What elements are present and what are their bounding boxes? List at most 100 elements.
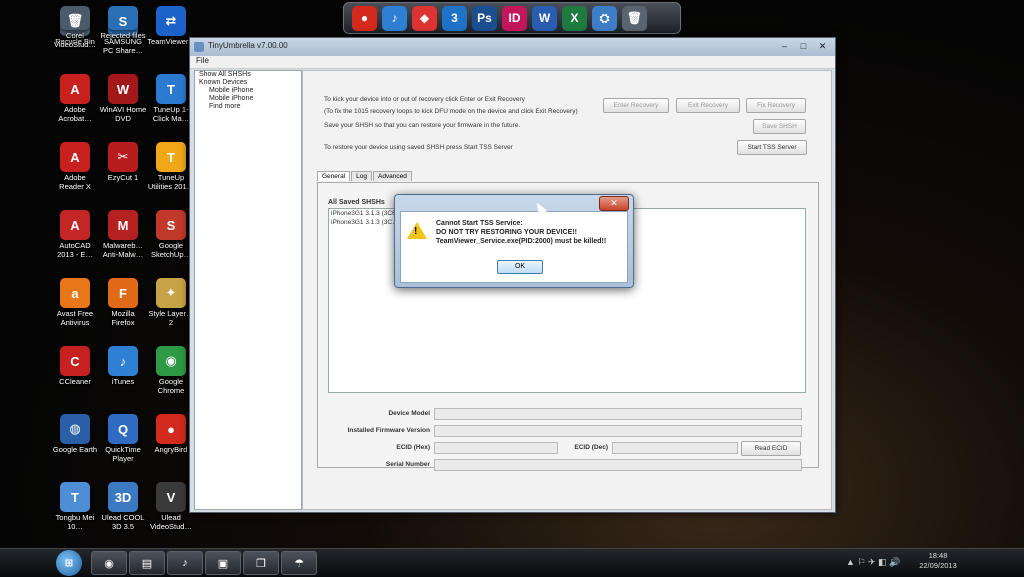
maximize-button[interactable]: □ bbox=[795, 40, 812, 53]
recycle-dock-icon[interactable]: 🗑 bbox=[622, 5, 647, 31]
autocad-icon: A bbox=[60, 210, 90, 240]
tree-item-find-more[interactable]: Find more bbox=[195, 103, 301, 111]
desktop-icon[interactable]: V Ulead VideoStud… bbox=[147, 482, 195, 531]
photoshop-dock-icon[interactable]: Ps bbox=[472, 5, 497, 31]
firefox-icon: F bbox=[108, 278, 138, 308]
desktop-icon[interactable]: ♪ iTunes bbox=[99, 346, 147, 387]
tab-log[interactable]: Log bbox=[351, 171, 372, 181]
itunes-icon: ♪ bbox=[108, 346, 138, 376]
dialog-close-button[interactable]: ✕ bbox=[599, 196, 629, 211]
quicktime-icon: Q bbox=[108, 414, 138, 444]
desktop-icon[interactable]: T TuneUp Utilities 201… bbox=[147, 142, 195, 191]
desktop-icon-label: WinAVI Home DVD bbox=[99, 105, 147, 123]
app-taskbar-icon[interactable]: ▣ bbox=[205, 551, 241, 575]
dialog-line-2: DO NOT TRY RESTORING YOUR DEVICE!! bbox=[436, 229, 577, 236]
desktop-icon[interactable]: T TuneUp 1-Click Ma… bbox=[147, 74, 195, 123]
desktop-icon[interactable]: A Adobe Acrobat… bbox=[51, 74, 99, 123]
window-taskbar-icon[interactable]: ❐ bbox=[243, 551, 279, 575]
word-dock-icon[interactable]: W bbox=[532, 5, 557, 31]
desktop-icon-label: TuneUp 1-Click Ma… bbox=[152, 105, 190, 123]
tree-item-show-all[interactable]: Show All SHSHs bbox=[195, 71, 301, 79]
desktop-icon-label: Rejected files bbox=[100, 31, 146, 40]
explorer-taskbar-icon[interactable]: ▤ bbox=[129, 551, 165, 575]
desktop-icon[interactable]: Corel VideoStud… bbox=[51, 0, 99, 49]
dialog-message: Cannot Start TSS Service: DO NOT TRY RES… bbox=[436, 219, 606, 246]
system-tray[interactable]: ▲ ⚐ ✈ ◧ 🔊 bbox=[846, 557, 900, 568]
dialog-line-1: Cannot Start TSS Service: bbox=[436, 220, 523, 227]
itunes-taskbar-icon[interactable]: ♪ bbox=[167, 551, 203, 575]
desktop-icon-label: Corel VideoStud… bbox=[54, 31, 96, 49]
acrobat-icon: A bbox=[60, 74, 90, 104]
desktop-icon[interactable]: Rejected files bbox=[99, 0, 147, 41]
device-model-field bbox=[434, 408, 802, 420]
desktop-icon[interactable]: ⇄ TeamViewer 5 bbox=[147, 6, 195, 47]
chrome-taskbar-icon[interactable]: ◉ bbox=[91, 551, 127, 575]
ecid-dec-label: ECID (Dec) bbox=[574, 444, 608, 451]
desktop-icon[interactable]: ◉ Google Chrome bbox=[147, 346, 195, 395]
serial-number-label: Serial Number bbox=[385, 461, 430, 468]
desktop-icon[interactable]: T Tongbu Mei 10… bbox=[51, 482, 99, 531]
minimize-button[interactable]: – bbox=[776, 40, 793, 53]
indesign-dock-icon[interactable]: ID bbox=[502, 5, 527, 31]
desktop-icon[interactable]: A Adobe Reader X bbox=[51, 142, 99, 191]
installed-firmware-field bbox=[434, 425, 802, 437]
tuneup-icon: T bbox=[156, 74, 186, 104]
app3-dock-icon[interactable]: 3 bbox=[442, 5, 467, 31]
instruction-fix-loop: (To fix the 1015 recovery loops to kick … bbox=[324, 108, 578, 115]
desktop-icon[interactable]: ◍ Google Earth bbox=[51, 414, 99, 455]
desktop-icon[interactable]: ● AngryBird bbox=[147, 414, 195, 455]
desktop-icon-label: Ulead COOL 3D 3.5 bbox=[101, 513, 145, 531]
clock[interactable]: 18:48 22/09/2013 bbox=[908, 551, 968, 571]
ecid-hex-label: ECID (Hex) bbox=[396, 444, 430, 451]
exit-recovery-button[interactable]: Exit Recovery bbox=[676, 98, 740, 113]
read-ecid-button[interactable]: Read ECID bbox=[741, 441, 801, 456]
instruction-restore: To restore your device using saved SHSH … bbox=[324, 144, 513, 151]
window-title: TinyUmbrella v7.00.00 bbox=[208, 41, 288, 50]
clock-date: 22/09/2013 bbox=[919, 561, 957, 570]
tab-general[interactable]: General bbox=[317, 171, 351, 181]
folder-icon bbox=[108, 0, 138, 30]
desktop-icon[interactable]: M Malwareb… Anti-Malw… bbox=[99, 210, 147, 259]
close-button[interactable]: ✕ bbox=[814, 40, 831, 53]
teamviewer-icon: ⇄ bbox=[156, 6, 186, 36]
malwarebytes-icon: M bbox=[108, 210, 138, 240]
angry-birds-dock-icon[interactable]: ● bbox=[352, 5, 377, 31]
top-dock: ● ♪ ◆ 3 Ps ID W X ⛭ 🗑 bbox=[343, 2, 681, 34]
itunes-dock-icon[interactable]: ♪ bbox=[382, 5, 407, 31]
tuneup-utilities-icon: T bbox=[156, 142, 186, 172]
desktop-icon[interactable]: ✦ Style Layer… 2 bbox=[147, 278, 195, 327]
desktop-icon[interactable]: C CCleaner bbox=[51, 346, 99, 387]
menu-file[interactable]: File bbox=[196, 56, 209, 65]
window-titlebar[interactable]: TinyUmbrella v7.00.00 – □ ✕ bbox=[190, 38, 835, 56]
ccleaner-icon: C bbox=[60, 346, 90, 376]
save-shsh-button[interactable]: Save SHSH bbox=[753, 119, 806, 134]
start-tss-server-button[interactable]: Start TSS Server bbox=[737, 140, 807, 155]
desktop-icon[interactable]: W WinAVI Home DVD bbox=[99, 74, 147, 123]
desktop-icon[interactable]: A AutoCAD 2013 - E… bbox=[51, 210, 99, 259]
desktop-icon[interactable]: F Mozilla Firefox bbox=[99, 278, 147, 327]
network-dock-icon[interactable]: ⛭ bbox=[592, 5, 617, 31]
desktop-icon[interactable]: S Google SketchUp… bbox=[147, 210, 195, 259]
maps-dock-icon[interactable]: ◆ bbox=[412, 5, 437, 31]
fix-recovery-button[interactable]: Fix Recovery bbox=[746, 98, 806, 113]
device-tree[interactable]: Show All SHSHs Known Devices Mobile iPho… bbox=[194, 70, 302, 510]
serial-number-field bbox=[434, 459, 802, 471]
desktop-icon[interactable]: ✂ EzyCut 1 bbox=[99, 142, 147, 183]
desktop-icon-label: TeamViewer 5 bbox=[147, 37, 195, 46]
desktop-icon-label: Google Earth bbox=[52, 445, 98, 454]
desktop-icon[interactable]: a Avast Free Antivirus bbox=[51, 278, 99, 327]
umbrella-taskbar-icon[interactable]: ☂ bbox=[281, 551, 317, 575]
tree-item-known-devices[interactable]: Known Devices bbox=[195, 79, 301, 87]
excel-dock-icon[interactable]: X bbox=[562, 5, 587, 31]
desktop-icon[interactable]: 3D Ulead COOL 3D 3.5 bbox=[99, 482, 147, 531]
dialog-ok-button[interactable]: OK bbox=[497, 260, 543, 274]
start-button[interactable]: ⊞ bbox=[56, 550, 82, 576]
chrome-icon: ◉ bbox=[156, 346, 186, 376]
tree-item-device[interactable]: Mobile iPhone bbox=[195, 87, 301, 95]
desktop-icon-label: Tongbu Mei 10… bbox=[55, 513, 95, 531]
tree-item-device[interactable]: Mobile iPhone bbox=[195, 95, 301, 103]
umbrella-app-icon bbox=[194, 42, 204, 52]
desktop-icon[interactable]: Q QuickTime Player bbox=[99, 414, 147, 463]
tab-advanced[interactable]: Advanced bbox=[372, 171, 412, 181]
enter-recovery-button[interactable]: Enter Recovery bbox=[603, 98, 669, 113]
